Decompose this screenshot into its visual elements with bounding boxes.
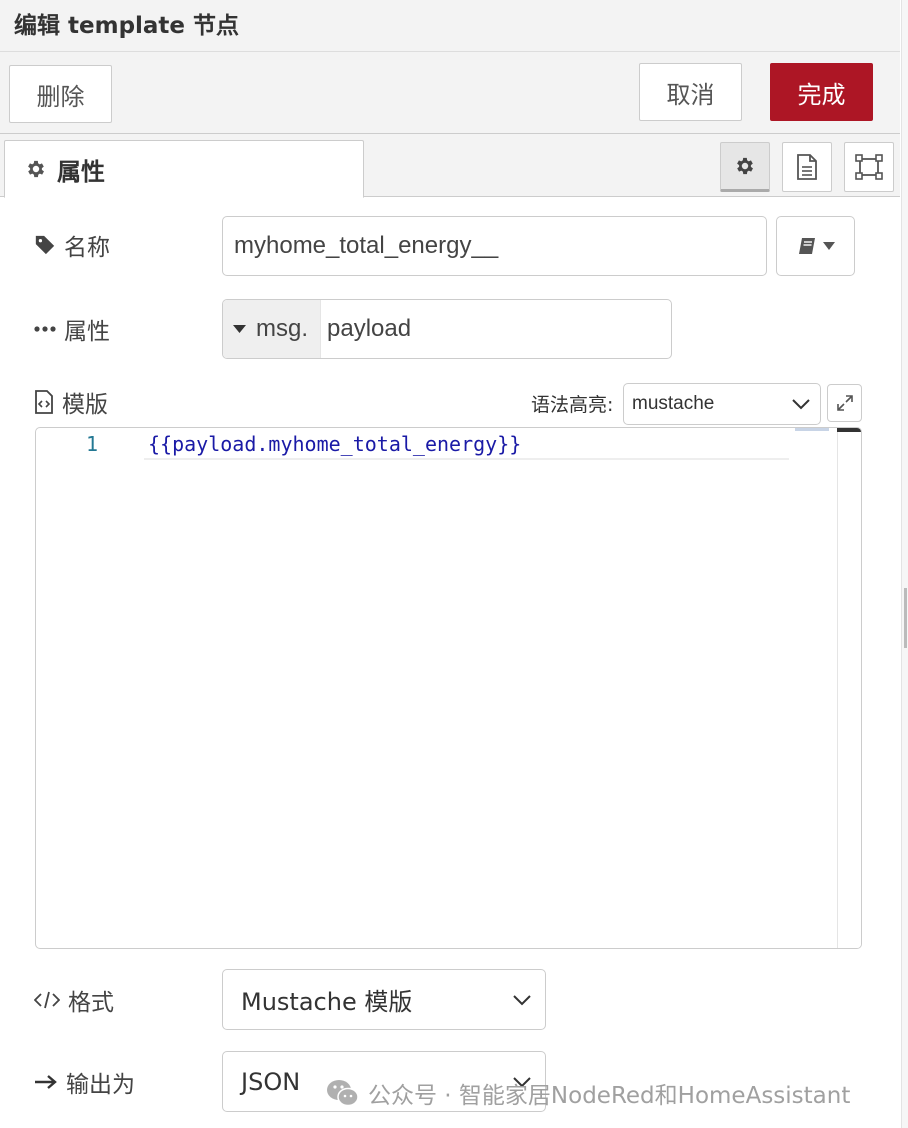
property-type-selector[interactable]: msg. — [223, 300, 321, 358]
watermark: 公众号 · 智能家居NodeRed和HomeAssistant — [326, 1076, 850, 1110]
format-label: 格式 — [68, 990, 114, 1016]
page-scrollbar[interactable] — [901, 0, 908, 1128]
properties-tab-button[interactable] — [720, 142, 770, 192]
name-label-row: 名称 — [34, 228, 110, 262]
property-typed-input[interactable]: msg. payload — [222, 299, 672, 359]
arrow-right-icon — [35, 1075, 57, 1089]
wechat-icon — [327, 1080, 359, 1107]
template-label: 模版 — [62, 392, 108, 418]
code-line[interactable]: {{payload.myhome_total_energy}} — [148, 432, 521, 456]
gear-icon — [737, 157, 753, 175]
book-icon — [798, 238, 815, 254]
editor-scrollbar[interactable] — [837, 428, 861, 948]
delete-button[interactable]: 删除 — [9, 65, 112, 123]
caret-down-icon — [822, 242, 835, 250]
output-label: 输出为 — [66, 1072, 135, 1098]
property-value[interactable]: payload — [321, 315, 411, 343]
output-value: JSON — [241, 1067, 301, 1096]
document-icon — [797, 154, 817, 180]
template-code-editor[interactable]: 1 {{payload.myhome_total_energy}} — [35, 427, 862, 949]
line-number: 1 — [86, 432, 99, 456]
name-input[interactable]: myhome_total_energy__ — [222, 216, 767, 276]
description-tab-button[interactable] — [782, 142, 832, 192]
caret-down-icon — [233, 325, 246, 333]
format-select[interactable]: Mustache 模版 — [222, 969, 546, 1030]
watermark-text: 公众号 · 智能家居NodeRed和HomeAssistant — [368, 1083, 851, 1109]
dialog-toolbar: 删除 取消 完成 — [0, 52, 900, 134]
page-scrollbar-thumb[interactable] — [904, 588, 907, 648]
frame-icon — [855, 154, 883, 180]
tab-properties[interactable]: 属性 — [4, 140, 364, 198]
code-file-icon — [35, 390, 53, 414]
expand-icon — [836, 395, 853, 411]
syntax-highlight-select[interactable]: mustache — [623, 383, 821, 425]
library-button[interactable] — [776, 216, 855, 276]
code-icon — [34, 991, 60, 1009]
appearance-tab-button[interactable] — [844, 142, 894, 192]
template-label-row: 模版 — [34, 385, 108, 419]
expand-editor-button[interactable] — [827, 384, 862, 422]
chevron-down-icon — [513, 995, 531, 1006]
tag-icon — [35, 235, 55, 255]
tab-bar: 属性 — [0, 134, 900, 198]
ellipsis-icon — [34, 326, 56, 332]
property-label: 属性 — [64, 319, 110, 345]
cancel-button[interactable]: 取消 — [639, 63, 742, 121]
syntax-highlight-label: 语法高亮: — [531, 394, 614, 416]
format-label-row: 格式 — [34, 983, 114, 1017]
done-button[interactable]: 完成 — [770, 63, 873, 121]
syntax-highlight-value: mustache — [632, 393, 715, 414]
property-label-row: 属性 — [34, 312, 110, 346]
tab-properties-label: 属性 — [57, 157, 105, 186]
property-type-prefix: msg. — [256, 315, 309, 342]
format-value: Mustache 模版 — [241, 988, 413, 1016]
name-label: 名称 — [64, 235, 110, 261]
output-label-row: 输出为 — [34, 1065, 135, 1099]
editor-scrollbar-cap — [837, 428, 861, 432]
dialog-header: 编辑 template 节点 — [0, 0, 900, 52]
minimap — [795, 428, 829, 431]
chevron-down-icon — [792, 399, 810, 410]
dialog-title: 编辑 template 节点 — [14, 13, 240, 39]
gear-icon — [28, 160, 44, 178]
